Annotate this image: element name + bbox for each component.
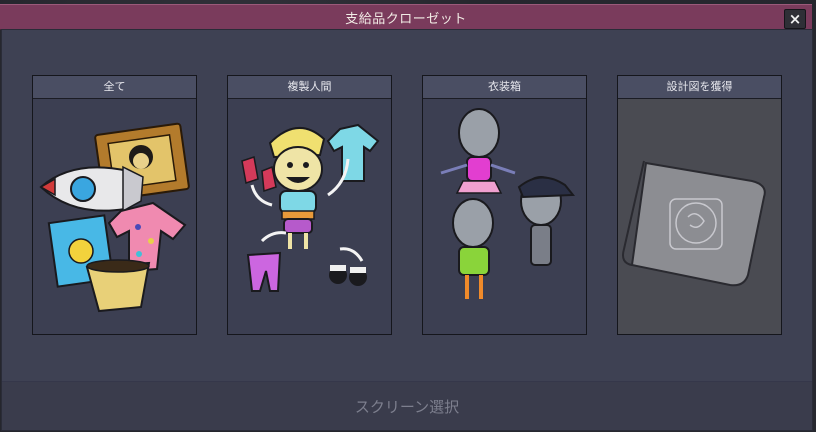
category-card-get-blueprints[interactable]: 設計図を獲得 bbox=[617, 75, 782, 335]
rocket-icon bbox=[39, 165, 144, 213]
category-card-outfit-box[interactable]: 衣装箱 bbox=[422, 75, 587, 335]
category-card-label: 衣装箱 bbox=[423, 76, 586, 99]
closet-panel: 全て 複製人間 衣装箱 設計図を獲得 スクリーン選択 bbox=[1, 29, 813, 431]
shoes-icon bbox=[329, 265, 367, 286]
close-button[interactable]: × bbox=[784, 9, 806, 29]
window-titlebar: 支給品クローゼット × bbox=[0, 4, 812, 30]
blueprint-scroll-illustration-icon bbox=[618, 99, 781, 334]
assorted-items-illustration-icon bbox=[33, 99, 196, 334]
supply-closet-window: 支給品クローゼット × 全て 複製人間 衣装箱 設計図を獲得 スクリーン選択 bbox=[0, 0, 816, 432]
pants-icon bbox=[246, 251, 282, 292]
mannequin-green-jacket-icon bbox=[452, 198, 494, 299]
duplicant-character-icon bbox=[268, 126, 326, 249]
screen-select-bar[interactable]: スクリーン選択 bbox=[2, 381, 812, 430]
category-card-label: 全て bbox=[33, 76, 196, 99]
close-icon: × bbox=[788, 10, 802, 28]
mannequin-cap-icon bbox=[517, 176, 576, 266]
category-card-label: 複製人間 bbox=[228, 76, 391, 99]
category-card-label: 設計図を獲得 bbox=[618, 76, 781, 99]
screen-select-label: スクリーン選択 bbox=[354, 398, 460, 416]
category-card-all[interactable]: 全て bbox=[32, 75, 197, 335]
glove-icon bbox=[241, 156, 259, 184]
category-card-duplicants[interactable]: 複製人間 bbox=[227, 75, 392, 335]
mannequin-pink-icon bbox=[440, 108, 516, 194]
window-title: 支給品クローゼット bbox=[345, 12, 467, 27]
shirt-icon bbox=[326, 123, 380, 182]
plant-pot-icon bbox=[85, 259, 151, 313]
outfit-mannequins-illustration-icon bbox=[423, 99, 586, 334]
duplicant-outfit-illustration-icon bbox=[228, 99, 391, 334]
